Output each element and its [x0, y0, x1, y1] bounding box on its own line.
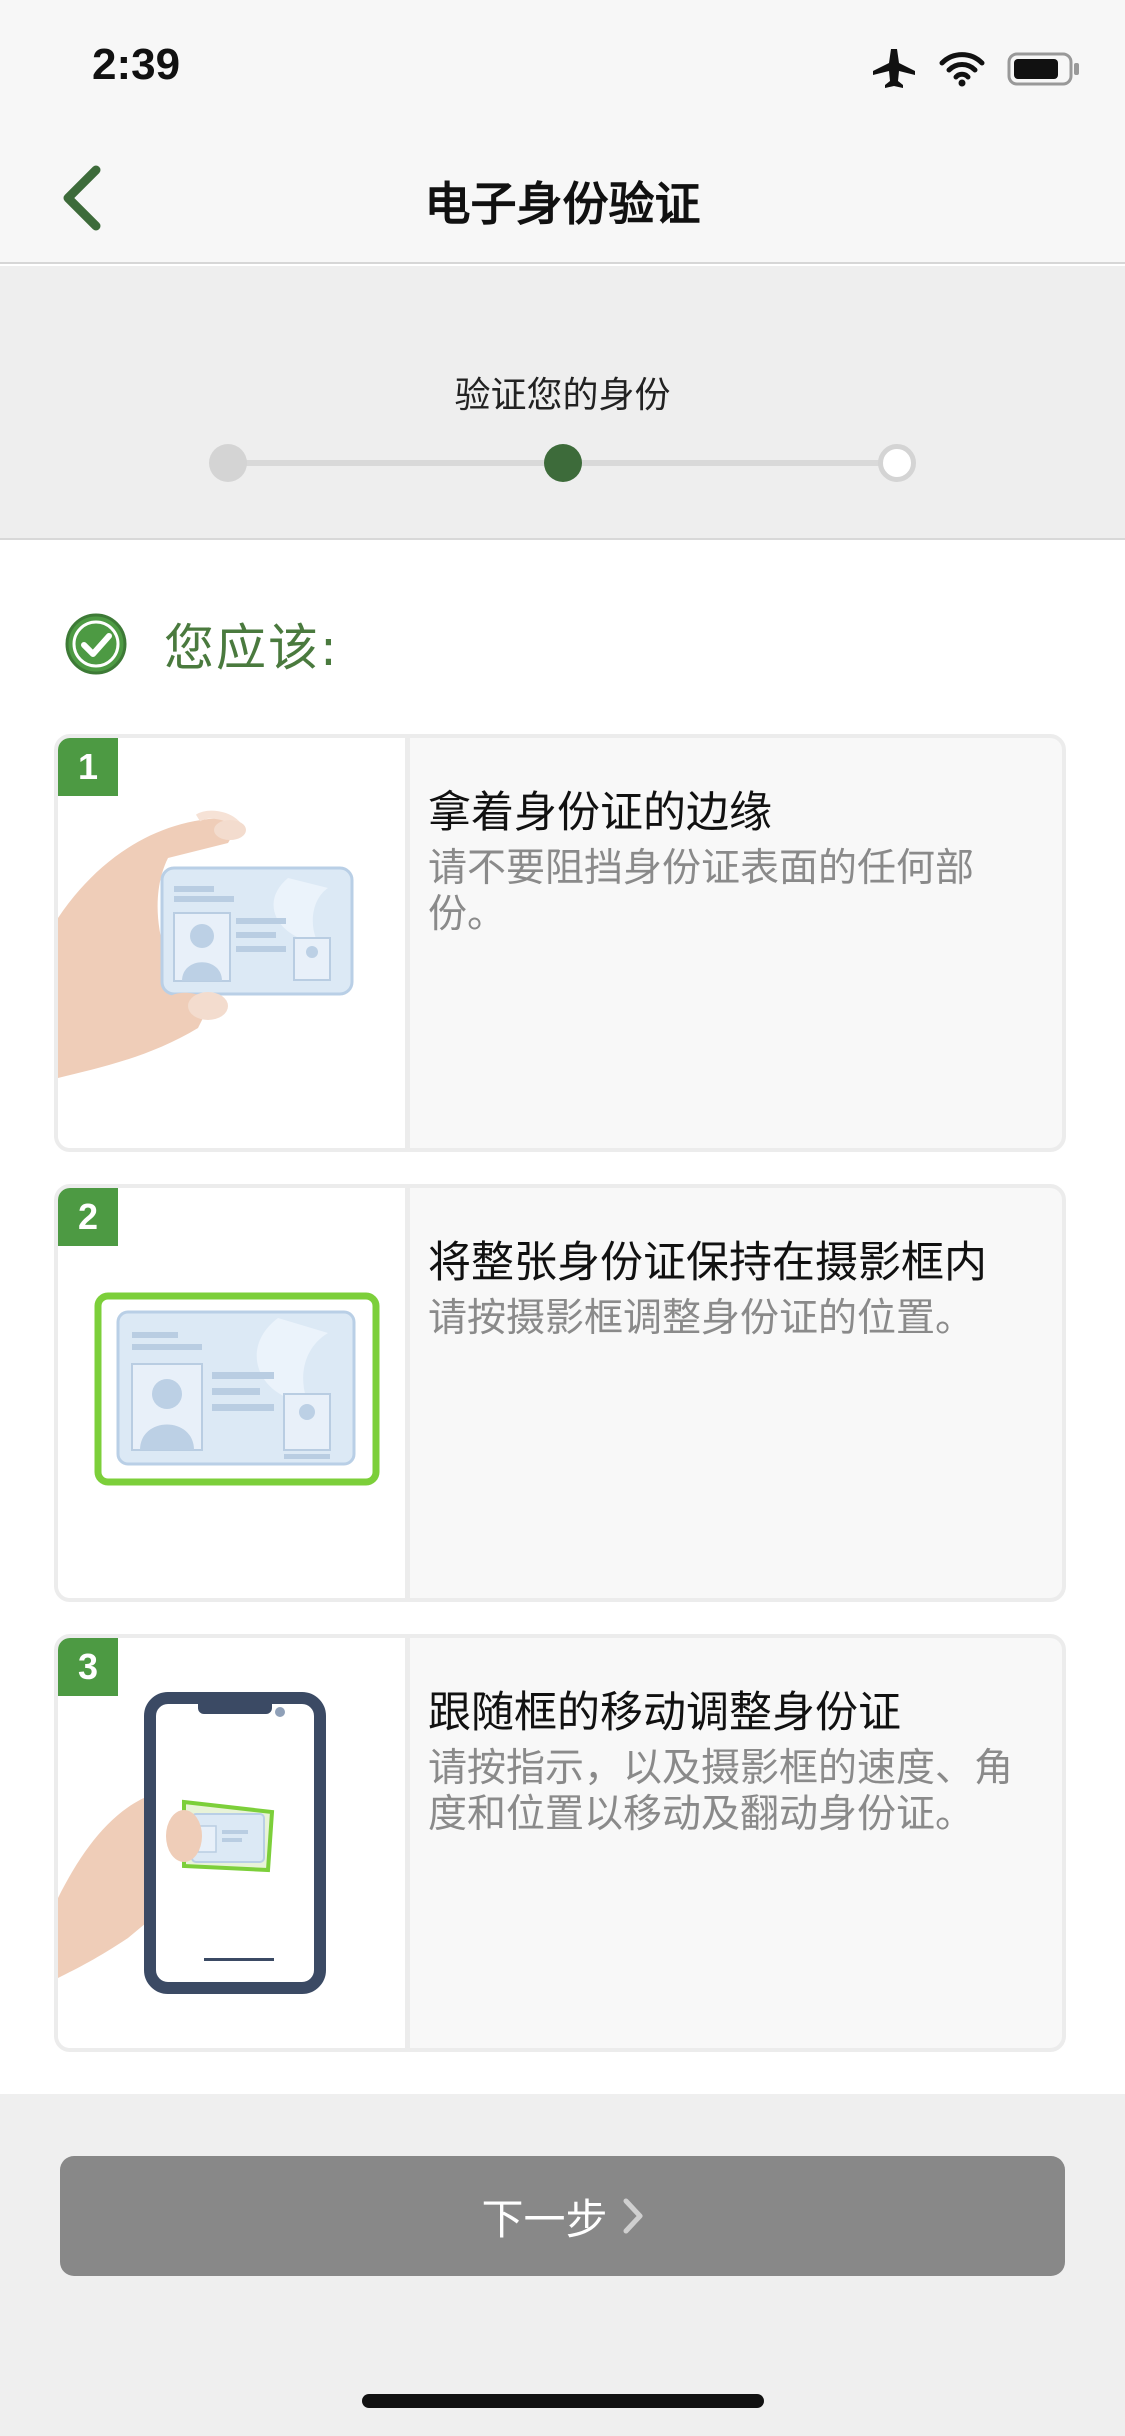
step-dot-current — [544, 444, 582, 482]
card-text: 拿着身份证的边缘 请不要阻挡身份证表面的任何部份。 — [428, 788, 1028, 938]
progress-title: 验证您的身份 — [454, 375, 671, 416]
step-badge: 3 — [58, 1638, 118, 1696]
next-step-button[interactable]: 下一步 — [60, 2156, 1065, 2276]
wifi-icon — [939, 52, 985, 87]
frame-card-illustration: 2 — [58, 1188, 410, 1598]
phone-following-frame-image — [58, 1692, 326, 1994]
battery-icon — [1007, 52, 1079, 86]
card-in-frame-image — [94, 1292, 380, 1486]
step-badge: 2 — [58, 1188, 118, 1246]
footer: 下一步 — [0, 2094, 1125, 2436]
card-description: 请按指示，以及摄影框的速度、角度和位置以移动及翻动身份证。 — [428, 1746, 1014, 1837]
status-time: 2:39 — [92, 40, 181, 89]
hold-card-illustration: 1 — [58, 738, 410, 1148]
home-indicator[interactable] — [362, 2394, 764, 2408]
section-title: 您应该: — [164, 619, 339, 677]
card-text: 将整张身份证保持在摄影框内 请按摄影框调整身份证的位置。 — [428, 1238, 1028, 1342]
hand-holding-card-image — [58, 810, 354, 1078]
instruction-card-3: 3 跟随框的移动调整身份证 请按指示，以及摄影框的速度、角度和位置以移动及翻动身… — [54, 1634, 1066, 2052]
check-circle-icon — [65, 613, 127, 675]
card-heading: 拿着身份证的边缘 — [428, 788, 772, 838]
phone-scan-illustration: 3 — [58, 1638, 410, 2048]
page-title: 电子身份验证 — [424, 177, 701, 231]
status-bar: 2:39 — [0, 0, 1125, 132]
instruction-card-2: 2 将整张身份证保持在摄影框内 请按摄影框调整身份证的位置。 — [54, 1184, 1066, 1602]
card-heading: 将整张身份证保持在摄影框内 — [428, 1238, 987, 1288]
card-description: 请不要阻挡身份证表面的任何部份。 — [428, 846, 975, 937]
section-header: 您应该: — [64, 608, 339, 680]
progress-stepper: 验证您的身份 — [0, 266, 1125, 540]
card-text: 跟随框的移动调整身份证 请按指示，以及摄影框的速度、角度和位置以移动及翻动身份证… — [428, 1688, 1028, 1838]
card-description: 请按摄影框调整身份证的位置。 — [428, 1296, 975, 1341]
instruction-card-1: 1 拿着身份证的边缘 请不要阻挡身份证表面的任何部份。 — [54, 734, 1066, 1152]
step-dot-completed — [209, 444, 247, 482]
next-step-label: 下一步 — [481, 2194, 608, 2244]
step-dot-upcoming — [878, 444, 916, 482]
card-heading: 跟随框的移动调整身份证 — [428, 1688, 901, 1738]
chevron-right-icon — [623, 2198, 642, 2234]
airplane-icon — [873, 49, 915, 88]
nav-bar: 电子身份验证 — [0, 132, 1125, 264]
status-icons — [871, 44, 1081, 94]
step-badge: 1 — [58, 738, 118, 796]
